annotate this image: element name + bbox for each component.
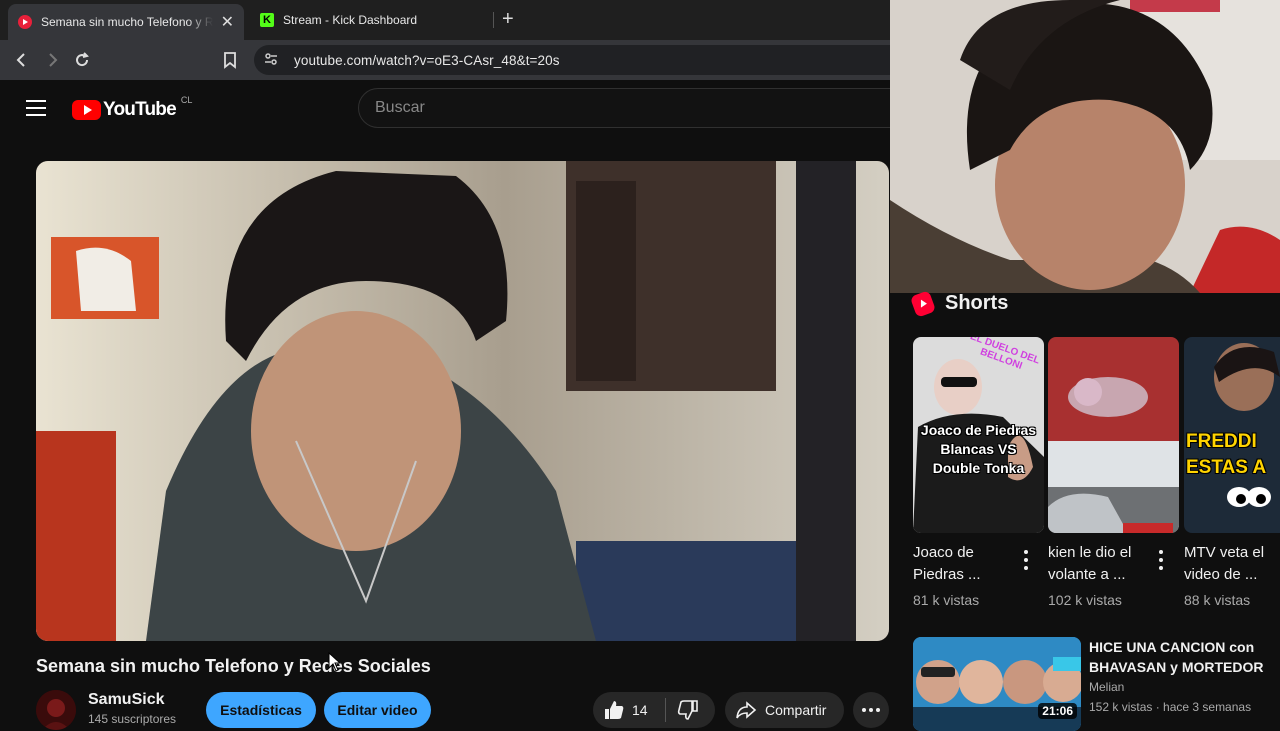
url-text: youtube.com/watch?v=oE3-CAsr_48&t=20s bbox=[294, 52, 560, 68]
like-dislike-group: 14 bbox=[593, 692, 715, 728]
recommended-thumbnail[interactable]: 21:06 bbox=[913, 637, 1081, 731]
share-button[interactable]: Compartir bbox=[725, 692, 844, 728]
forward-icon[interactable] bbox=[40, 48, 64, 72]
video-title: Semana sin mucho Telefono y Redes Social… bbox=[36, 656, 431, 676]
like-divider bbox=[665, 698, 666, 722]
like-icon[interactable] bbox=[603, 699, 625, 724]
short-thumb-text: FREDDI ESTAS A bbox=[1186, 431, 1267, 478]
short-views: 81 k vistas bbox=[913, 592, 980, 608]
browser-toolbar: youtube.com/watch?v=oE3-CAsr_48&t=20s bbox=[0, 40, 894, 80]
youtube-logo[interactable]: YouTube CL bbox=[72, 95, 192, 121]
tab-divider bbox=[493, 12, 494, 28]
shorts-heading: Shorts bbox=[945, 292, 1009, 314]
video-duration: 21:06 bbox=[1038, 703, 1077, 719]
reload-icon[interactable] bbox=[70, 48, 94, 72]
video-frame bbox=[36, 161, 889, 641]
subscriber-count: 145 suscriptores bbox=[88, 712, 177, 726]
hamburger-menu-icon[interactable] bbox=[26, 100, 46, 116]
like-count[interactable]: 14 bbox=[632, 702, 648, 718]
short-thumbnail[interactable] bbox=[1048, 337, 1179, 533]
dislike-icon[interactable] bbox=[677, 699, 699, 724]
short-thumb-text: Joaco de Piedras Blancas VS Double Tonka bbox=[920, 422, 1037, 476]
youtube-play-icon bbox=[72, 100, 101, 120]
shorts-icon bbox=[909, 289, 937, 318]
more-horizontal-icon bbox=[862, 708, 880, 712]
shorts-header: Shorts bbox=[909, 289, 1009, 318]
statistics-button[interactable]: Estadísticas bbox=[206, 692, 316, 728]
tab-youtube[interactable]: Semana sin mucho Telefono y Redes Social… bbox=[8, 4, 244, 40]
tab-title: Semana sin mucho Telefono y Redes Social… bbox=[40, 15, 213, 29]
mouse-cursor-icon bbox=[328, 651, 342, 677]
browser-tab-bar: Semana sin mucho Telefono y Redes Social… bbox=[0, 0, 890, 40]
edit-video-button[interactable]: Editar video bbox=[324, 692, 431, 728]
search-input[interactable]: Buscar bbox=[358, 88, 898, 128]
recommended-meta: 152 k vistas · hace 3 semanas bbox=[1089, 700, 1252, 714]
share-label: Compartir bbox=[765, 702, 827, 718]
site-info-icon[interactable] bbox=[264, 52, 280, 69]
country-code: CL bbox=[180, 95, 193, 105]
short-views: 88 k vistas bbox=[1184, 592, 1251, 608]
channel-avatar[interactable] bbox=[36, 690, 76, 730]
short-thumbnail[interactable]: EL DUELO DEL BELLONI Joaco de Piedras Bl… bbox=[913, 337, 1044, 533]
short-title[interactable]: Joaco de Piedras ... bbox=[913, 542, 1023, 586]
close-tab-icon[interactable]: ✕ bbox=[221, 12, 234, 32]
new-tab-button[interactable]: + bbox=[502, 8, 514, 31]
youtube-header: YouTube CL Buscar bbox=[0, 80, 898, 136]
webcam-frame bbox=[890, 0, 1280, 293]
recommended-channel[interactable]: Melian bbox=[1089, 680, 1124, 694]
webcam-overlay bbox=[890, 0, 1280, 293]
search-placeholder: Buscar bbox=[375, 99, 425, 116]
tab-title: Stream - Kick Dashboard bbox=[283, 13, 418, 27]
back-icon[interactable] bbox=[10, 48, 34, 72]
more-actions-button[interactable] bbox=[853, 692, 889, 728]
short-title[interactable]: MTV veta el video de ... bbox=[1184, 542, 1280, 586]
kick-favicon-icon: K bbox=[260, 13, 274, 27]
short-item[interactable]: kien le dio el volante a ... 102 k vista… bbox=[1048, 337, 1179, 608]
short-item[interactable]: EL DUELO DEL BELLONI Joaco de Piedras Bl… bbox=[913, 337, 1044, 608]
tab-kick-dashboard[interactable]: K Stream - Kick Dashboard bbox=[250, 6, 486, 34]
video-player[interactable] bbox=[36, 161, 889, 641]
youtube-favicon-icon bbox=[18, 15, 32, 29]
short-thumbnail[interactable]: FREDDI ESTAS A bbox=[1184, 337, 1280, 533]
more-vertical-icon[interactable] bbox=[1022, 550, 1030, 570]
more-vertical-icon[interactable] bbox=[1157, 550, 1165, 570]
channel-name[interactable]: SamuSick bbox=[88, 691, 164, 709]
short-title[interactable]: kien le dio el volante a ... bbox=[1048, 542, 1158, 586]
recommended-title[interactable]: HICE UNA CANCION con BHAVASAN y MORTEDOR bbox=[1089, 637, 1280, 677]
address-bar[interactable]: youtube.com/watch?v=oE3-CAsr_48&t=20s bbox=[254, 45, 894, 75]
bookmark-icon[interactable] bbox=[218, 48, 242, 72]
share-icon bbox=[735, 699, 757, 724]
short-views: 102 k vistas bbox=[1048, 592, 1122, 608]
logo-wordmark: YouTube bbox=[103, 99, 177, 120]
short-item[interactable]: FREDDI ESTAS A MTV veta el video de ... … bbox=[1184, 337, 1280, 608]
